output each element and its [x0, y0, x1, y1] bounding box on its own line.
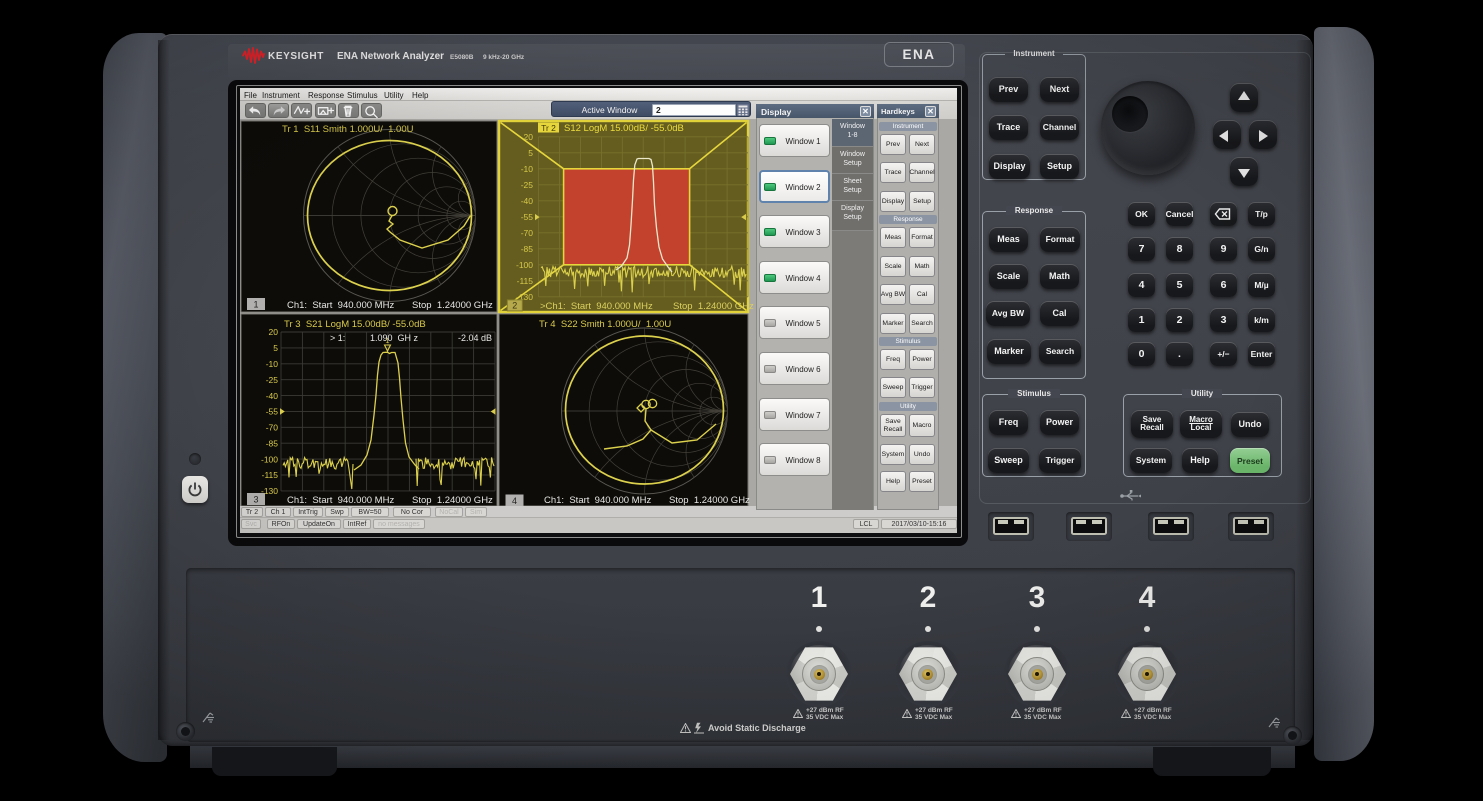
svg-text:1: 1: [253, 300, 258, 310]
svg-text:-10: -10: [266, 359, 279, 369]
svg-text:Tr 1 S11 Smith 1.000U/ 1.00U: Tr 1 S11 Smith 1.000U/ 1.00U: [282, 124, 414, 135]
svg-text:-55: -55: [266, 407, 279, 417]
svg-text:-85: -85: [521, 244, 534, 254]
svg-text:20: 20: [269, 327, 279, 337]
svg-text:-55: -55: [521, 212, 534, 222]
svg-text:Stop 1.24000 GHz: Stop 1.24000 GHz: [412, 300, 493, 311]
svg-text:1.090 GH z: 1.090 GH z: [370, 333, 419, 343]
svg-text:4: 4: [512, 496, 517, 506]
svg-text:5: 5: [273, 343, 278, 353]
svg-text:-100: -100: [516, 260, 533, 270]
svg-text:5: 5: [528, 148, 533, 158]
svg-text:-85: -85: [266, 438, 279, 448]
svg-text:Tr 2: Tr 2: [541, 123, 556, 133]
svg-text:>Ch1: Start 940.000 MHz: >Ch1: Start 940.000 MHz: [540, 301, 653, 312]
svg-text:3: 3: [253, 495, 258, 505]
svg-text:Stop 1.24000 GHz: Stop 1.24000 GHz: [669, 495, 750, 506]
svg-text:-40: -40: [521, 196, 534, 206]
svg-text:20: 20: [524, 132, 534, 142]
svg-text:> 1:: > 1:: [330, 333, 345, 343]
svg-text:Stop 1.24000 GHz: Stop 1.24000 GHz: [412, 495, 493, 506]
svg-text:-70: -70: [521, 228, 534, 238]
svg-text:S12 LogM 15.00dB/ -55.0dB: S12 LogM 15.00dB/ -55.0dB: [564, 123, 684, 134]
svg-text:-70: -70: [266, 423, 279, 433]
svg-text:-25: -25: [521, 180, 534, 190]
svg-text:Ch1: Start 940.000 MHz: Ch1: Start 940.000 MHz: [544, 495, 651, 506]
svg-text:Ch1: Start 940.000 MHz: Ch1: Start 940.000 MHz: [287, 300, 394, 311]
svg-text:-40: -40: [266, 391, 279, 401]
svg-text:-2.04 dB: -2.04 dB: [458, 333, 492, 343]
svg-text:-25: -25: [266, 375, 279, 385]
svg-text:-100: -100: [261, 454, 278, 464]
svg-text:Tr 3 S21 LogM 15.00dB/ -55.0d: Tr 3 S21 LogM 15.00dB/ -55.0dB: [284, 319, 426, 330]
svg-text:2: 2: [512, 301, 517, 311]
svg-text:-115: -115: [262, 470, 279, 480]
svg-text:-115: -115: [517, 276, 534, 286]
svg-text:Stop 1.24000 GHz: Stop 1.24000 GHz: [673, 301, 754, 312]
svg-text:-10: -10: [521, 164, 534, 174]
svg-text:Ch1: Start 940.000 MHz: Ch1: Start 940.000 MHz: [287, 495, 394, 506]
svg-text:Tr 4 S22 Smith 1.000U/ 1.00U: Tr 4 S22 Smith 1.000U/ 1.00U: [539, 319, 671, 330]
